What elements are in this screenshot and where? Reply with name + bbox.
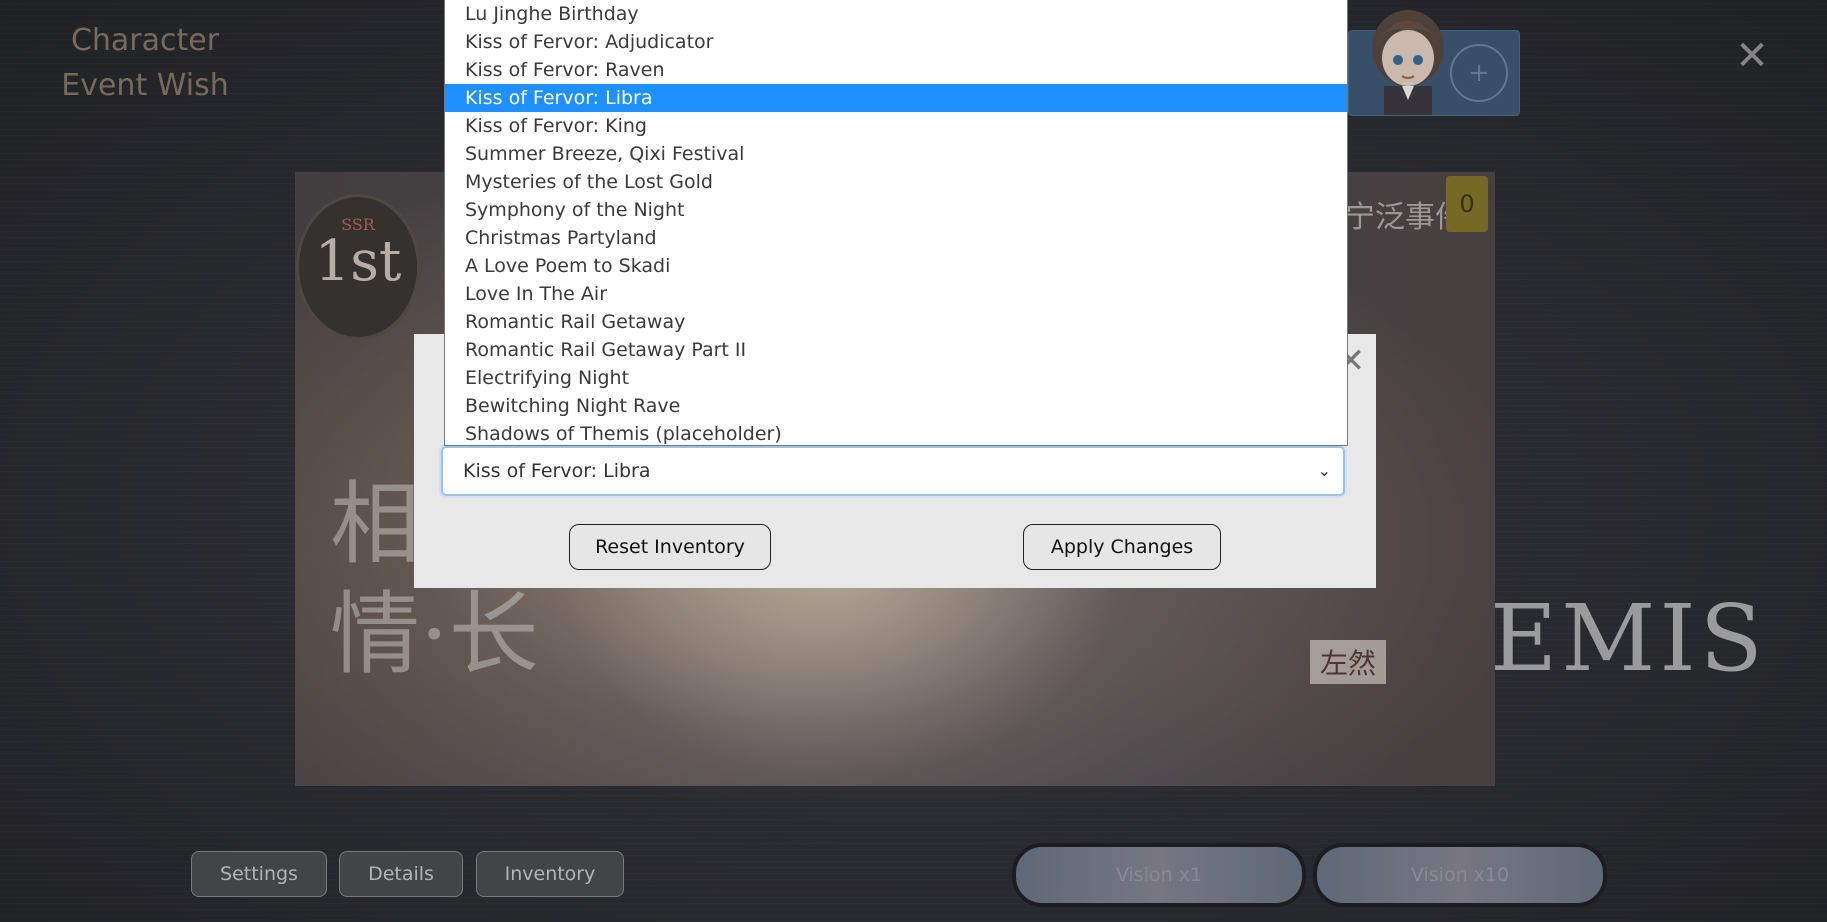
dropdown-option[interactable]: Christmas Partyland (445, 224, 1347, 252)
banner-select[interactable]: Kiss of Fervor: Libra ⌄ (441, 446, 1345, 496)
banner-dropdown-list[interactable]: Lu Jinghe Birthday Kiss of Fervor: Adjudi… (444, 0, 1348, 446)
dropdown-option[interactable]: Romantic Rail Getaway (445, 308, 1347, 336)
dropdown-option[interactable]: Symphony of the Night (445, 196, 1347, 224)
dropdown-option[interactable]: A Love Poem to Skadi (445, 252, 1347, 280)
dropdown-option[interactable]: Electrifying Night (445, 364, 1347, 392)
dropdown-option[interactable]: Romantic Rail Getaway Part II (445, 336, 1347, 364)
dropdown-option[interactable]: Shadows of Themis (placeholder) (445, 420, 1347, 445)
dropdown-option[interactable]: Love In The Air (445, 280, 1347, 308)
dropdown-option[interactable]: Mysteries of the Lost Gold (445, 168, 1347, 196)
dropdown-option[interactable]: Kiss of Fervor: Libra (445, 84, 1347, 112)
dropdown-option[interactable]: Kiss of Fervor: Raven (445, 56, 1347, 84)
dropdown-option[interactable]: Bewitching Night Rave (445, 392, 1347, 420)
banner-select-value: Kiss of Fervor: Libra (463, 460, 651, 482)
reset-inventory-button[interactable]: Reset Inventory (569, 524, 771, 570)
dropdown-option[interactable]: Kiss of Fervor: King (445, 112, 1347, 140)
dropdown-option[interactable]: Summer Breeze, Qixi Festival (445, 140, 1347, 168)
chevron-down-icon: ⌄ (1317, 461, 1331, 480)
apply-changes-button[interactable]: Apply Changes (1023, 524, 1221, 570)
dropdown-option[interactable]: Lu Jinghe Birthday (445, 0, 1347, 28)
dropdown-option[interactable]: Kiss of Fervor: Adjudicator (445, 28, 1347, 56)
